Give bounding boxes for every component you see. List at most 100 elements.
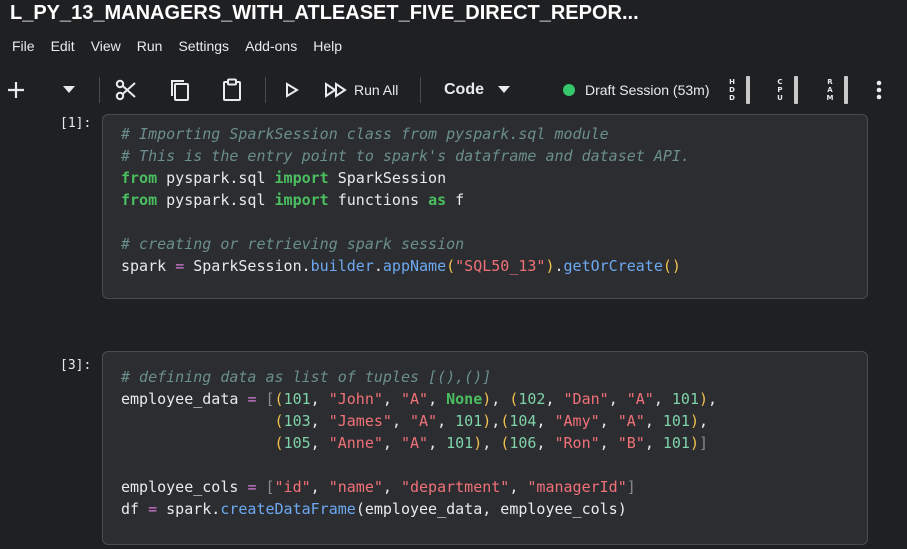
code-token: 103 xyxy=(283,412,311,430)
code-token: ) xyxy=(545,257,555,275)
ram-meter: RAM xyxy=(826,74,848,106)
code-token: "Dan" xyxy=(563,390,609,408)
notebook-title[interactable]: L_PY_13_MANAGERS_WITH_ATLEASET_FIVE_DIRE… xyxy=(10,0,907,26)
code-line: employee_cols = ["id", "name", "departme… xyxy=(121,476,867,498)
cut-button[interactable] xyxy=(112,66,140,114)
code-token: f xyxy=(446,191,465,209)
code-token: , xyxy=(599,434,618,452)
code-token: ( xyxy=(500,412,510,430)
menu-settings[interactable]: Settings xyxy=(178,35,229,57)
code-token: , xyxy=(482,434,501,452)
ram-usage-bar xyxy=(844,76,848,104)
code-token: , xyxy=(391,412,410,430)
code-line: employee_data = [(101, "John", "A", None… xyxy=(121,388,867,410)
code-token: (employee_data, employee_cols) xyxy=(355,500,627,518)
code-token: spark xyxy=(121,257,176,275)
hdd-meter: HDD xyxy=(728,74,750,106)
code-token: pyspark.sql xyxy=(157,191,275,209)
code-line: from pyspark.sql import SparkSession xyxy=(121,167,867,189)
code-line: (105, "Anne", "A", 101), (106, "Ron", "B… xyxy=(121,432,867,454)
code-token: = xyxy=(175,257,185,275)
code-token: ) xyxy=(482,390,492,408)
code-token: ( xyxy=(274,434,284,452)
code-token: "managerId" xyxy=(527,478,627,496)
code-token: "John" xyxy=(328,390,383,408)
caret-down-icon xyxy=(498,86,510,93)
code-token: 106 xyxy=(509,434,537,452)
scissors-icon xyxy=(115,79,136,101)
code-token: ( xyxy=(274,390,284,408)
paste-button[interactable] xyxy=(218,66,246,114)
session-label: Draft Session (53m) xyxy=(585,82,710,98)
code-token: ) xyxy=(482,412,492,430)
more-options-button[interactable] xyxy=(870,66,888,114)
code-line: # creating or retrieving spark session xyxy=(121,233,867,255)
copy-icon xyxy=(171,80,189,101)
code-token: "Amy" xyxy=(554,412,600,430)
menu-help[interactable]: Help xyxy=(313,35,342,57)
code-token: ) xyxy=(689,412,699,430)
menu-view[interactable]: View xyxy=(91,35,121,57)
run-cell-button[interactable] xyxy=(282,66,302,114)
code-token: "A" xyxy=(626,390,654,408)
code-token: spark. xyxy=(157,500,221,518)
code-token: = xyxy=(148,500,158,518)
menu-edit[interactable]: Edit xyxy=(51,35,75,57)
code-cell-2[interactable]: # defining data as list of tuples [(),()… xyxy=(102,351,868,545)
menu-file[interactable]: File xyxy=(12,35,35,57)
code-token: "A" xyxy=(617,412,645,430)
cell-type-label: Code xyxy=(444,81,484,98)
ram-label: RAM xyxy=(826,78,834,102)
add-cell-dropdown[interactable] xyxy=(58,66,80,114)
code-token: 105 xyxy=(283,434,311,452)
cell-prompt: [3]: xyxy=(60,358,92,373)
code-token: [ xyxy=(265,478,275,496)
code-editor-1[interactable]: # Importing SparkSession class from pysp… xyxy=(121,123,867,277)
code-line: # defining data as list of tuples [(),()… xyxy=(121,366,867,388)
code-token: df xyxy=(121,500,149,518)
code-token: , xyxy=(491,390,510,408)
code-token: , xyxy=(310,412,329,430)
code-token: ( xyxy=(500,434,510,452)
copy-button[interactable] xyxy=(166,66,194,114)
code-token: , xyxy=(536,412,555,430)
code-token: . xyxy=(373,257,383,275)
add-cell-button[interactable] xyxy=(4,66,28,114)
hdd-usage-bar xyxy=(746,76,750,104)
session-status-dot xyxy=(563,84,575,96)
code-line: spark = SparkSession.builder.appName("SQ… xyxy=(121,255,867,277)
code-token: 101 xyxy=(662,412,690,430)
code-line: # This is the entry point to spark's dat… xyxy=(121,145,867,167)
code-token: , xyxy=(644,434,663,452)
toolbar-divider xyxy=(265,77,266,103)
code-token: SparkSession. xyxy=(184,257,311,275)
code-token: . xyxy=(554,257,564,275)
code-token: , xyxy=(382,478,401,496)
code-token: "A" xyxy=(410,412,438,430)
code-editor-2[interactable]: # defining data as list of tuples [(),()… xyxy=(121,366,867,520)
play-icon xyxy=(286,82,299,98)
hdd-label: HDD xyxy=(729,78,735,102)
fast-forward-icon xyxy=(325,82,347,98)
code-token: None xyxy=(446,390,483,408)
menu-run[interactable]: Run xyxy=(137,35,163,57)
code-token: () xyxy=(662,257,681,275)
code-token: , xyxy=(545,390,564,408)
menu-add-ons[interactable]: Add-ons xyxy=(245,35,297,57)
code-token: , xyxy=(428,434,447,452)
code-token: # Importing SparkSession class from pysp… xyxy=(121,125,609,143)
code-token: , xyxy=(437,412,456,430)
code-token: from xyxy=(121,191,158,209)
toolbar-divider xyxy=(420,77,421,103)
cell-type-select[interactable]: Code xyxy=(444,66,510,114)
code-token: , xyxy=(310,434,329,452)
code-line: # Importing SparkSession class from pysp… xyxy=(121,123,867,145)
code-cell-1[interactable]: # Importing SparkSession class from pysp… xyxy=(102,114,868,299)
code-token: , xyxy=(310,390,329,408)
code-token: ( xyxy=(274,412,284,430)
session-status[interactable]: Draft Session (53m) xyxy=(563,66,709,114)
run-all-button[interactable]: Run All xyxy=(324,66,398,114)
